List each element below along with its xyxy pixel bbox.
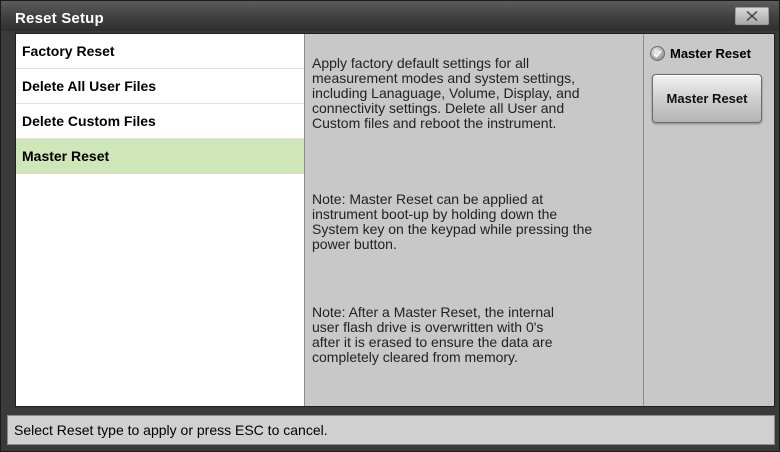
action-panel: Master Reset Master Reset xyxy=(645,34,774,406)
close-x-icon xyxy=(745,10,759,22)
list-item-factory-reset[interactable]: Factory Reset xyxy=(16,34,304,69)
dialog-title: Reset Setup xyxy=(15,10,104,27)
boot-note-text: Note: Master Reset can be applied at ins… xyxy=(312,191,593,252)
list-item-delete-custom-files[interactable]: Delete Custom Files xyxy=(16,104,304,139)
master-reset-button[interactable]: Master Reset xyxy=(652,74,762,123)
list-item-label: Delete All User Files xyxy=(22,78,157,94)
reset-type-list: Factory Reset Delete All User Files Dele… xyxy=(16,34,305,406)
list-item-label: Delete Custom Files xyxy=(22,113,156,129)
master-reset-radio[interactable]: Master Reset xyxy=(650,46,751,61)
list-item-master-reset[interactable]: Master Reset xyxy=(16,139,304,174)
description-text: Apply factory default settings for all m… xyxy=(312,55,580,131)
close-button[interactable] xyxy=(735,7,769,25)
title-bar: Reset Setup xyxy=(1,1,779,31)
radio-label: Master Reset xyxy=(670,46,751,61)
list-item-delete-all-user-files[interactable]: Delete All User Files xyxy=(16,69,304,104)
list-item-label: Factory Reset xyxy=(22,43,115,59)
list-item-label: Master Reset xyxy=(22,148,110,164)
radio-check-icon xyxy=(650,46,665,61)
flash-note-text: Note: After a Master Reset, the internal… xyxy=(312,304,555,365)
reset-setup-dialog: Reset Setup Factory Reset Delete All Use… xyxy=(0,0,780,452)
description-panel: Apply factory default settings for all m… xyxy=(306,34,644,406)
status-bar: Select Reset type to apply or press ESC … xyxy=(7,415,775,445)
status-text: Select Reset type to apply or press ESC … xyxy=(14,422,328,438)
dialog-content: Factory Reset Delete All User Files Dele… xyxy=(15,33,775,407)
